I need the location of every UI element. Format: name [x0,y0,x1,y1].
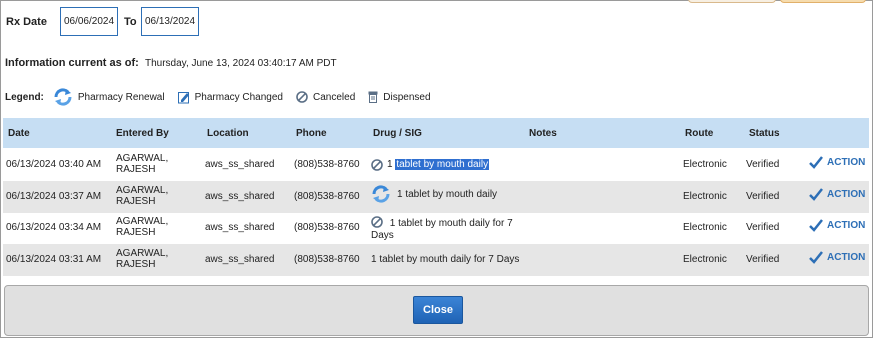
row-location: aws_ss_shared [205,159,275,170]
legend-title: Legend: [5,91,44,103]
legend-item-changed: Pharmacy Changed [177,91,283,104]
entered-last: AGARWAL, [116,153,169,164]
legend-label-changed: Pharmacy Changed [194,91,283,103]
row-entered-by: AGARWAL, RAJESH [116,153,168,175]
action-button[interactable]: ACTION [809,156,865,169]
row-status: Verified [746,159,780,170]
top-button-left[interactable] [688,0,776,3]
col-phone[interactable]: Phone [296,128,327,139]
renewal-icon [54,88,72,106]
drug-text-continued: Days [371,230,394,241]
legend-label-dispensed: Dispensed [383,91,431,103]
action-button[interactable]: ACTION [809,188,865,201]
row-phone: (808)538-8760 [294,159,360,170]
entered-first: RAJESH [116,196,156,207]
entered-last: AGARWAL, [116,248,169,259]
col-date[interactable]: Date [8,128,30,139]
dispensed-icon [368,91,378,103]
canceled-icon [371,216,383,228]
legend: Legend: Pharmacy Renewal Pharmacy Change… [5,86,444,108]
edit-icon [177,91,189,103]
col-location[interactable]: Location [207,128,249,139]
row-date: 06/13/2024 03:34 AM [6,222,102,233]
table-row: 06/13/2024 03:31 AM AGARWAL, RAJESH aws_s… [3,244,869,276]
action-label: ACTION [827,157,866,168]
col-status[interactable]: Status [749,128,780,139]
action-label: ACTION [827,252,866,263]
row-entered-by: AGARWAL, RAJESH [116,185,168,207]
col-route[interactable]: Route [685,128,713,139]
legend-label-canceled: Canceled [313,91,356,103]
info-current-value: Thursday, June 13, 2024 03:40:17 AM PDT [145,58,337,69]
drug-prefix: 1 [387,159,393,170]
row-date: 06/13/2024 03:40 AM [6,159,102,170]
row-status: Verified [746,254,780,265]
table-header: Date Entered By Location Phone Drug / SI… [3,118,869,148]
row-phone: (808)538-8760 [294,254,360,265]
row-location: aws_ss_shared [205,222,275,233]
legend-item-dispensed: Dispensed [368,91,431,103]
legend-label-renewal: Pharmacy Renewal [77,91,165,103]
row-drug-sig: 1 tablet by mouth daily [371,159,531,171]
rx-date-label: Rx Date [6,16,47,28]
top-button-right[interactable] [780,0,866,3]
row-drug-sig: 1 tablet by mouth daily [371,185,531,203]
legend-item-renewal: Pharmacy Renewal [53,88,165,106]
drug-highlighted-text: tablet by mouth daily [395,159,490,170]
entered-first: RAJESH [116,227,156,238]
drug-text: 1 tablet by mouth daily for 7 [389,218,513,229]
entered-last: AGARWAL, [116,185,169,196]
close-button[interactable]: Close [413,296,463,324]
row-location: aws_ss_shared [205,254,275,265]
row-route: Electronic [683,222,727,233]
drug-text: 1 tablet by mouth daily for 7 Days [371,254,520,265]
to-date-input[interactable]: 06/13/2024 [141,7,199,36]
from-date-input[interactable]: 06/06/2024 [60,7,118,36]
table-row: 06/13/2024 03:37 AM AGARWAL, RAJESH aws_s… [3,181,869,213]
checkmark-icon [809,188,823,201]
action-label: ACTION [827,189,866,200]
row-date: 06/13/2024 03:31 AM [6,254,102,265]
row-route: Electronic [683,159,727,170]
row-drug-sig: 1 tablet by mouth daily for 7 Days [371,216,531,242]
action-button[interactable]: ACTION [809,219,865,232]
action-button[interactable]: ACTION [809,251,865,264]
entered-first: RAJESH [116,164,156,175]
row-location: aws_ss_shared [205,191,275,202]
canceled-icon [371,159,383,171]
row-phone: (808)538-8760 [294,222,360,233]
row-phone: (808)538-8760 [294,191,360,202]
row-route: Electronic [683,191,727,202]
row-entered-by: AGARWAL, RAJESH [116,216,168,238]
entered-first: RAJESH [116,259,156,270]
row-status: Verified [746,222,780,233]
drug-text: 1 tablet by mouth daily [397,189,498,200]
row-date: 06/13/2024 03:37 AM [6,191,102,202]
table-row: 06/13/2024 03:34 AM AGARWAL, RAJESH aws_s… [3,212,869,244]
dialog-footer: Close [4,285,869,336]
info-current-label: Information current as of: [5,57,139,69]
to-label: To [124,16,137,28]
action-label: ACTION [827,220,866,231]
entered-last: AGARWAL, [116,216,169,227]
col-notes[interactable]: Notes [529,128,557,139]
renewal-icon [372,185,390,203]
row-entered-by: AGARWAL, RAJESH [116,248,168,270]
row-route: Electronic [683,254,727,265]
drug-text: 1 tablet by mouth daily [387,159,490,171]
checkmark-icon [809,156,823,169]
row-status: Verified [746,191,780,202]
col-drug-sig[interactable]: Drug / SIG [373,128,422,139]
canceled-icon [296,91,308,103]
col-entered-by[interactable]: Entered By [116,128,169,139]
checkmark-icon [809,219,823,232]
checkmark-icon [809,251,823,264]
row-drug-sig: 1 tablet by mouth daily for 7 Days [371,254,551,266]
legend-item-canceled: Canceled [296,91,355,103]
table-row: 06/13/2024 03:40 AM AGARWAL, RAJESH aws_s… [3,149,869,181]
